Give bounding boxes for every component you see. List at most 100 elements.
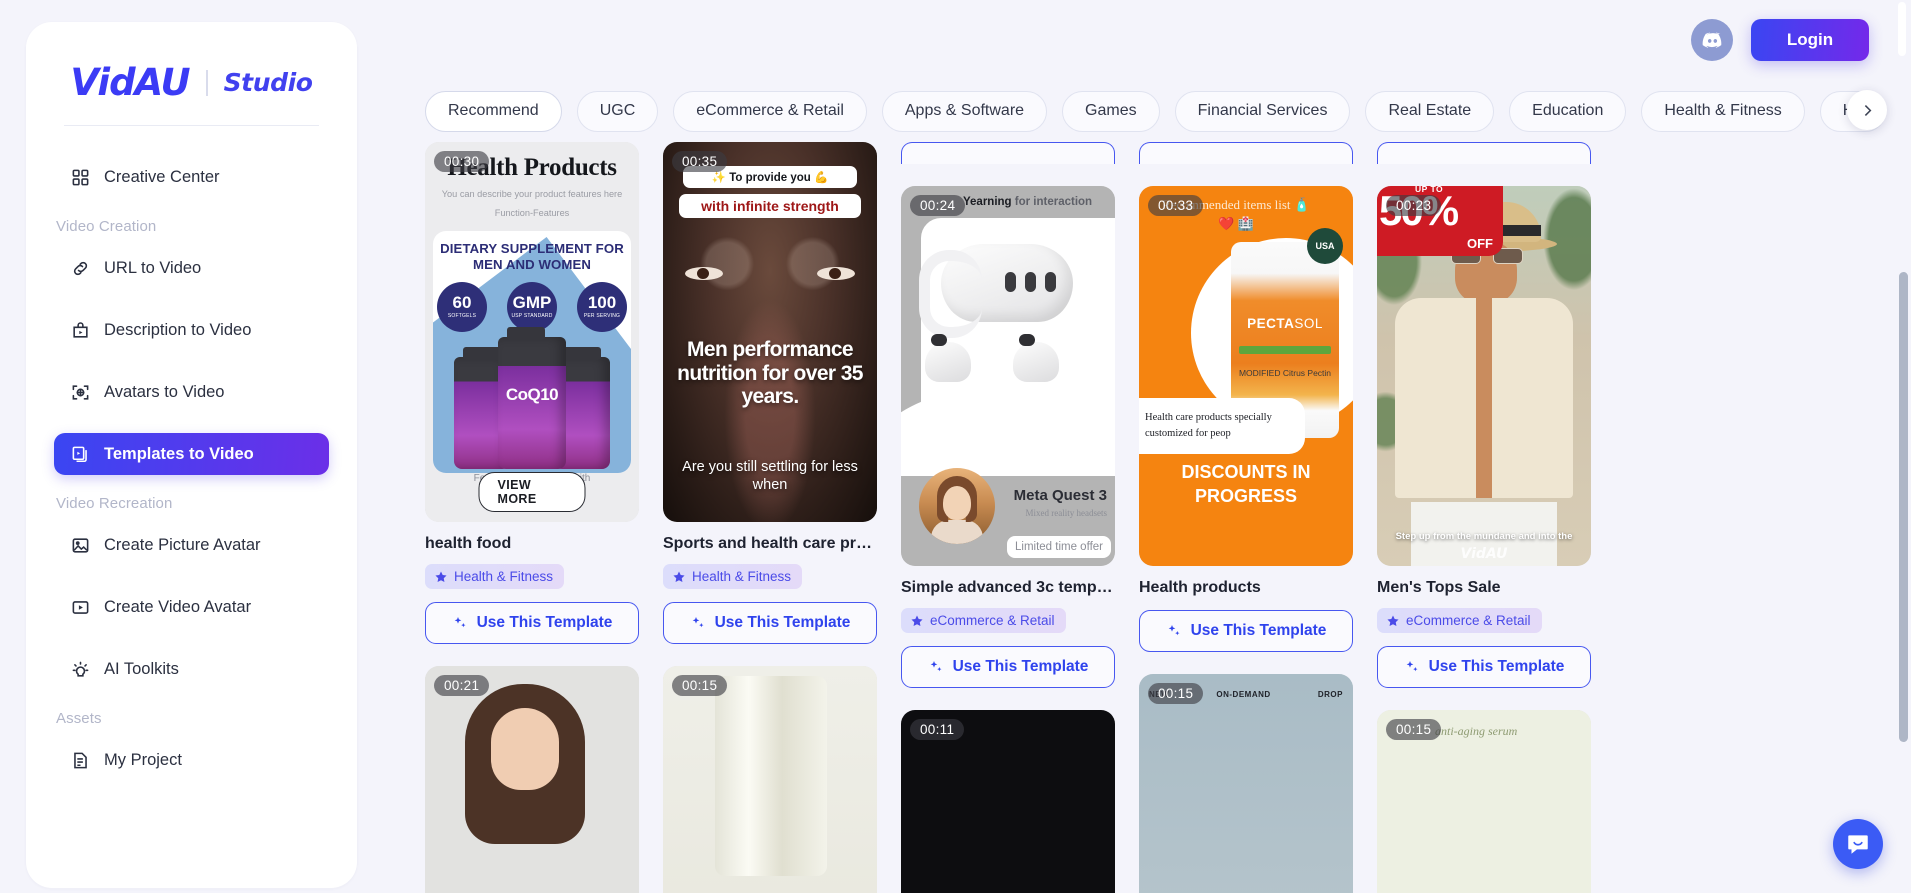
sidebar-item-label: My Project bbox=[104, 750, 182, 769]
category-tag[interactable]: eCommerce & Retail bbox=[1377, 608, 1542, 633]
art-banner: DIETARY SUPPLEMENT FOR MEN AND WOMEN bbox=[440, 240, 624, 273]
tab-apps-software[interactable]: Apps & Software bbox=[881, 90, 1048, 132]
sparkle-icon bbox=[1168, 625, 1180, 636]
sidebar-item-templates-to-video[interactable]: Templates to Video bbox=[54, 433, 329, 475]
sidebar-item-avatars-to-video[interactable]: Avatars to Video bbox=[54, 371, 329, 413]
tab-ecommerce-retail[interactable]: eCommerce & Retail bbox=[673, 90, 867, 132]
use-template-button-partial[interactable] bbox=[1139, 142, 1353, 164]
sidebar-divider bbox=[64, 125, 319, 126]
brand[interactable]: VidAU Studio bbox=[54, 48, 329, 119]
bag-play-icon bbox=[70, 320, 90, 340]
template-thumbnail[interactable]: NEWON-DEMANDDROP00:15 bbox=[1139, 674, 1353, 893]
category-tabs-row: Recommend UGC eCommerce & Retail Apps & Sof… bbox=[385, 80, 1911, 142]
template-title: Men's Tops Sale bbox=[1377, 579, 1501, 596]
templates-grid-viewport: Health Products You can describe your pro… bbox=[385, 142, 1911, 893]
sidebar-item-creative-center[interactable]: Creative Center bbox=[54, 156, 329, 198]
art-cta: VIEW MORE bbox=[478, 472, 586, 512]
sidebar-item-description-to-video[interactable]: Description to Video bbox=[54, 309, 329, 351]
templates-grid: Health Products You can describe your pro… bbox=[385, 142, 1911, 893]
use-template-button[interactable]: Use This Template bbox=[1377, 646, 1591, 688]
page-scrollbar[interactable] bbox=[1898, 0, 1908, 893]
templates-column: Recommended items list 🧴 ❤️ 🏥 PECTASOL MOD… bbox=[1139, 142, 1353, 893]
art-headline: Men performance nutrition for over 35 ye… bbox=[677, 338, 863, 409]
art-avatar bbox=[919, 468, 995, 544]
topbar: Login bbox=[385, 0, 1911, 80]
use-template-button[interactable]: Use This Template bbox=[901, 646, 1115, 688]
duration-badge: 00:30 bbox=[434, 151, 490, 172]
sidebar-item-label: Creative Center bbox=[104, 167, 220, 186]
category-tag-label: Health & Fitness bbox=[454, 569, 554, 584]
use-template-button-partial[interactable] bbox=[1377, 142, 1591, 164]
sidebar: VidAU Studio Creative Center Video Creat… bbox=[26, 22, 357, 888]
tab-financial-services[interactable]: Financial Services bbox=[1174, 90, 1351, 132]
tab-health-fitness[interactable]: Health & Fitness bbox=[1641, 90, 1805, 132]
template-card: Recommended items list 🧴 ❤️ 🏥 PECTASOL MOD… bbox=[1139, 186, 1353, 652]
template-thumbnail[interactable]: Health Products You can describe your pro… bbox=[425, 142, 639, 522]
use-template-label: Use This Template bbox=[714, 614, 851, 631]
tab-recommend[interactable]: Recommend bbox=[425, 90, 562, 132]
duration-badge: 00:35 bbox=[672, 151, 728, 172]
template-thumbnail[interactable]: 00:15 bbox=[663, 666, 877, 893]
use-template-button[interactable]: Use This Template bbox=[425, 602, 639, 644]
art-caption: Are you still settling for less when bbox=[682, 458, 858, 493]
template-art-health-products: Health Products You can describe your pro… bbox=[425, 142, 639, 522]
tab-education[interactable]: Education bbox=[1509, 90, 1627, 132]
app-root: VidAU Studio Creative Center Video Creat… bbox=[0, 0, 1911, 893]
template-card: Yearning for interaction Meta Quest 3 Mixe… bbox=[901, 186, 1115, 688]
sidebar-group-video-recreation: Video Recreation bbox=[56, 495, 173, 512]
template-thumbnail[interactable]: Yearning for interaction Meta Quest 3 Mixe… bbox=[901, 186, 1115, 566]
use-template-button[interactable]: Use This Template bbox=[663, 602, 877, 644]
category-tag[interactable]: eCommerce & Retail bbox=[901, 608, 1066, 633]
category-tag[interactable]: Health & Fitness bbox=[663, 564, 803, 589]
sidebar-item-create-picture-avatar[interactable]: Create Picture Avatar bbox=[54, 524, 329, 566]
grid-icon bbox=[70, 167, 90, 187]
video-icon bbox=[70, 597, 90, 617]
art-caption: Step up from the mundane and into the bbox=[1395, 531, 1573, 542]
document-icon bbox=[70, 750, 90, 770]
star-icon bbox=[1387, 615, 1399, 626]
duration-badge: 00:15 bbox=[1386, 719, 1442, 740]
sidebar-item-url-to-video[interactable]: URL to Video bbox=[54, 247, 329, 289]
scrollbar-thumb[interactable] bbox=[1899, 272, 1908, 742]
template-thumbnail[interactable]: 00:11 bbox=[901, 710, 1115, 893]
use-template-label: Use This Template bbox=[952, 658, 1089, 675]
template-art-sky: NEWON-DEMANDDROP bbox=[1139, 674, 1353, 893]
template-thumbnail[interactable]: anti-aging serum 00:15 bbox=[1377, 710, 1591, 893]
art-subtitle: You can describe your product features h… bbox=[441, 189, 623, 199]
templates-column: Health Products You can describe your pro… bbox=[425, 142, 639, 893]
chat-icon[interactable] bbox=[1833, 819, 1883, 869]
art-white-text: Health care products specially customize… bbox=[1139, 398, 1305, 454]
duration-badge: 00:23 bbox=[1386, 195, 1442, 216]
template-art-bottle bbox=[663, 666, 877, 893]
template-card-partial: NEWON-DEMANDDROP00:15 bbox=[1139, 674, 1353, 893]
category-tag-label: eCommerce & Retail bbox=[930, 613, 1055, 628]
duration-badge: 00:11 bbox=[910, 719, 965, 740]
brand-divider bbox=[205, 69, 208, 96]
art-offer: Limited time offer bbox=[1007, 535, 1111, 558]
tab-real-estate[interactable]: Real Estate bbox=[1365, 90, 1495, 132]
template-card-partial: 00:15 bbox=[663, 666, 877, 893]
category-tabs[interactable]: Recommend UGC eCommerce & Retail Apps & Sof… bbox=[425, 90, 1911, 132]
template-thumbnail[interactable]: Recommended items list 🧴 ❤️ 🏥 PECTASOL MOD… bbox=[1139, 186, 1353, 566]
login-button[interactable]: Login bbox=[1751, 19, 1869, 61]
use-template-button-partial[interactable] bbox=[901, 142, 1115, 164]
sidebar-item-ai-toolkits[interactable]: AI Toolkits bbox=[54, 648, 329, 690]
use-template-button[interactable]: Use This Template bbox=[1139, 610, 1353, 652]
templates-column: ✨ To provide you 💪 with infinite strength… bbox=[663, 142, 877, 893]
sidebar-item-my-project[interactable]: My Project bbox=[54, 739, 329, 781]
template-thumbnail[interactable]: UP TO50%OFFStep up from the mundane and … bbox=[1377, 186, 1591, 566]
duration-badge: 00:15 bbox=[672, 675, 728, 696]
category-tag-label: eCommerce & Retail bbox=[1406, 613, 1531, 628]
template-thumbnail[interactable]: 00:21 bbox=[425, 666, 639, 893]
tab-games[interactable]: Games bbox=[1062, 90, 1160, 132]
template-thumbnail[interactable]: ✨ To provide you 💪 with infinite strength… bbox=[663, 142, 877, 522]
template-art-girl bbox=[425, 666, 639, 893]
art-discount: DISCOUNTS IN PROGRESS bbox=[1181, 462, 1311, 506]
sidebar-item-create-video-avatar[interactable]: Create Video Avatar bbox=[54, 586, 329, 628]
category-tag[interactable]: Health & Fitness bbox=[425, 564, 565, 589]
tab-ugc[interactable]: UGC bbox=[576, 90, 659, 132]
template-card: ✨ To provide you 💪 with infinite strength… bbox=[663, 142, 877, 644]
art-product: Meta Quest 3 bbox=[1013, 487, 1107, 504]
discord-icon[interactable] bbox=[1691, 19, 1733, 61]
tabs-next-button[interactable] bbox=[1847, 90, 1887, 130]
